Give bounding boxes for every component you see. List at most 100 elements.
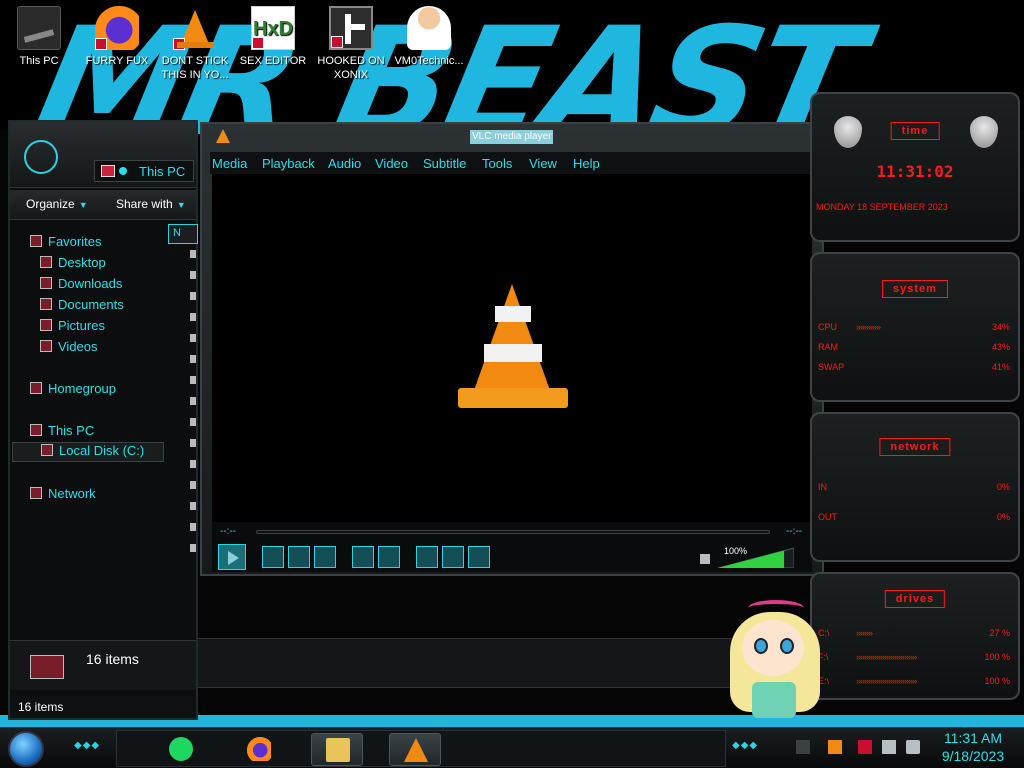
address-bar[interactable]: This PC <box>94 160 194 182</box>
nav-item-local-disk[interactable]: Local Disk (C:) <box>12 442 164 462</box>
system-gadget[interactable]: system CPU »»»»»» 34% RAM 43% SWAP 41% <box>810 252 1020 402</box>
nav-item-downloads[interactable]: Downloads <box>40 276 122 294</box>
character-dress <box>752 682 796 718</box>
gadget-title: drives <box>884 590 946 608</box>
nav-item-network[interactable]: Network <box>30 486 96 504</box>
organize-button[interactable]: Organize ▼ <box>26 197 88 211</box>
nav-item-homegroup[interactable]: Homegroup <box>30 381 116 399</box>
details-pane-extension <box>198 638 754 688</box>
nav-item-favorites[interactable]: Favorites <box>30 234 101 252</box>
play-button[interactable] <box>218 544 246 570</box>
doctor-icon <box>407 6 451 50</box>
menu-playback[interactable]: Playback <box>262 156 315 171</box>
desktop-icon-label: This PC <box>19 55 59 67</box>
fullscreen-button[interactable] <box>352 546 374 568</box>
network-icon <box>30 487 42 499</box>
desktop-icon-this-pc[interactable]: This PC <box>0 6 78 68</box>
taskbar-file-explorer[interactable] <box>311 733 363 766</box>
playlist-button[interactable] <box>416 546 438 568</box>
menu-subtitle[interactable]: Subtitle <box>423 156 466 171</box>
show-hidden-icons[interactable] <box>796 740 810 754</box>
nav-item-documents[interactable]: Documents <box>40 297 124 315</box>
desktop-icon-label: VM0Technic... <box>394 55 464 67</box>
drives-gadget[interactable]: drives C:\ »»»» 27 % F:\ »»»»»»»»»»»»»»»… <box>810 572 1020 700</box>
video-area[interactable] <box>212 174 812 522</box>
hard-drive-icon <box>41 444 53 456</box>
desktop-icon-sex-editor[interactable]: HxD SEX EDITOR <box>234 6 312 68</box>
stat-value: 100 % <box>984 676 1010 686</box>
menu-media[interactable]: Media <box>212 156 247 171</box>
taskbar-vlc[interactable] <box>389 733 441 766</box>
file-item-icon[interactable] <box>190 439 196 447</box>
system-clock[interactable]: 11:31 AM 9/18/2023 <box>928 729 1018 765</box>
network-gadget[interactable]: network IN 0% OUT 0% <box>810 412 1020 562</box>
taskbar-deco-icon: ◆◆◆ <box>74 740 101 751</box>
file-item-icon[interactable] <box>190 523 196 531</box>
file-item-icon[interactable] <box>190 460 196 468</box>
next-button[interactable] <box>314 546 336 568</box>
file-item-icon[interactable] <box>190 250 196 258</box>
desktop-icon-dont-stick[interactable]: DONT STICK THIS IN YO... <box>156 6 234 82</box>
column-header-name[interactable]: N <box>168 224 198 244</box>
desktop-icon-furry-fux[interactable]: FURRY FUX <box>78 6 156 68</box>
file-item-icon[interactable] <box>190 355 196 363</box>
vlc-tray-icon[interactable] <box>828 740 842 754</box>
nav-label: Homegroup <box>48 381 116 396</box>
file-item-icon[interactable] <box>190 502 196 510</box>
taskbar-firefox[interactable] <box>233 733 285 766</box>
menu-tools[interactable]: Tools <box>482 156 512 171</box>
speaker-icon[interactable] <box>700 554 710 564</box>
previous-button[interactable] <box>262 546 284 568</box>
character-horns <box>748 600 804 616</box>
file-item-icon[interactable] <box>190 313 196 321</box>
nav-item-desktop[interactable]: Desktop <box>40 255 106 273</box>
gadget-clock-time: 11:31:02 <box>876 162 954 181</box>
desktop-icon-vm0technic[interactable]: VM0Technic... <box>390 6 468 68</box>
clock-gadget[interactable]: time 11:31:02 MONDAY 18 SEPTEMBER 2023 <box>810 92 1020 242</box>
taskbar-spotify[interactable] <box>155 733 207 766</box>
menu-video[interactable]: Video <box>375 156 408 171</box>
file-item-icon[interactable] <box>190 397 196 405</box>
stat-value: 27 % <box>989 628 1010 638</box>
shortcut-arrow-icon <box>173 38 185 50</box>
meter-chevrons-icon: »»»» <box>856 628 873 638</box>
cone-stripe <box>484 344 542 362</box>
volume-slider[interactable] <box>718 546 794 568</box>
computer-icon <box>101 165 115 177</box>
vlc-menubar: Media Playback Audio Video Subtitle Tool… <box>210 152 816 174</box>
meter-chevrons-icon: »»»»»»»»»»»»»»» <box>856 676 917 686</box>
nav-item-this-pc[interactable]: This PC <box>30 423 94 441</box>
shuffle-button[interactable] <box>468 546 490 568</box>
action-center-flag-icon[interactable] <box>858 740 872 754</box>
file-item-icon[interactable] <box>190 481 196 489</box>
network-status-icon[interactable] <box>882 740 896 754</box>
menu-help[interactable]: Help <box>573 156 600 171</box>
menu-audio[interactable]: Audio <box>328 156 361 171</box>
file-item-icon[interactable] <box>190 544 196 552</box>
vlc-titlebar[interactable]: VLC media player <box>202 124 822 150</box>
nav-item-pictures[interactable]: Pictures <box>40 318 105 336</box>
vlc-cone-icon <box>216 129 230 143</box>
file-item-icon[interactable] <box>190 334 196 342</box>
file-item-icon[interactable] <box>190 418 196 426</box>
start-button[interactable] <box>8 731 44 767</box>
file-item-icon[interactable] <box>190 271 196 279</box>
computer-icon <box>17 6 61 50</box>
file-item-icon[interactable] <box>190 292 196 300</box>
cartoon-character-sticker <box>726 598 824 724</box>
details-item-count: 16 items <box>86 651 139 667</box>
stop-button[interactable] <box>288 546 310 568</box>
nav-label: Pictures <box>58 318 105 333</box>
stat-row-drive-f: F:\ »»»»»»»»»»»»»»» 100 % <box>818 652 1010 666</box>
nav-item-videos[interactable]: Videos <box>40 339 98 357</box>
extended-settings-button[interactable] <box>378 546 400 568</box>
file-item-icon[interactable] <box>190 376 196 384</box>
seek-slider[interactable] <box>256 530 770 534</box>
loop-button[interactable] <box>442 546 464 568</box>
volume-icon[interactable] <box>906 740 920 754</box>
menu-view[interactable]: View <box>529 156 557 171</box>
share-with-button[interactable]: Share with ▼ <box>116 197 186 211</box>
stat-label: CPU <box>818 322 838 332</box>
explorer-header: This PC <box>10 122 196 188</box>
desktop-icon-hooked-on-xonix[interactable]: HOOKED ON XONIX <box>312 6 390 82</box>
